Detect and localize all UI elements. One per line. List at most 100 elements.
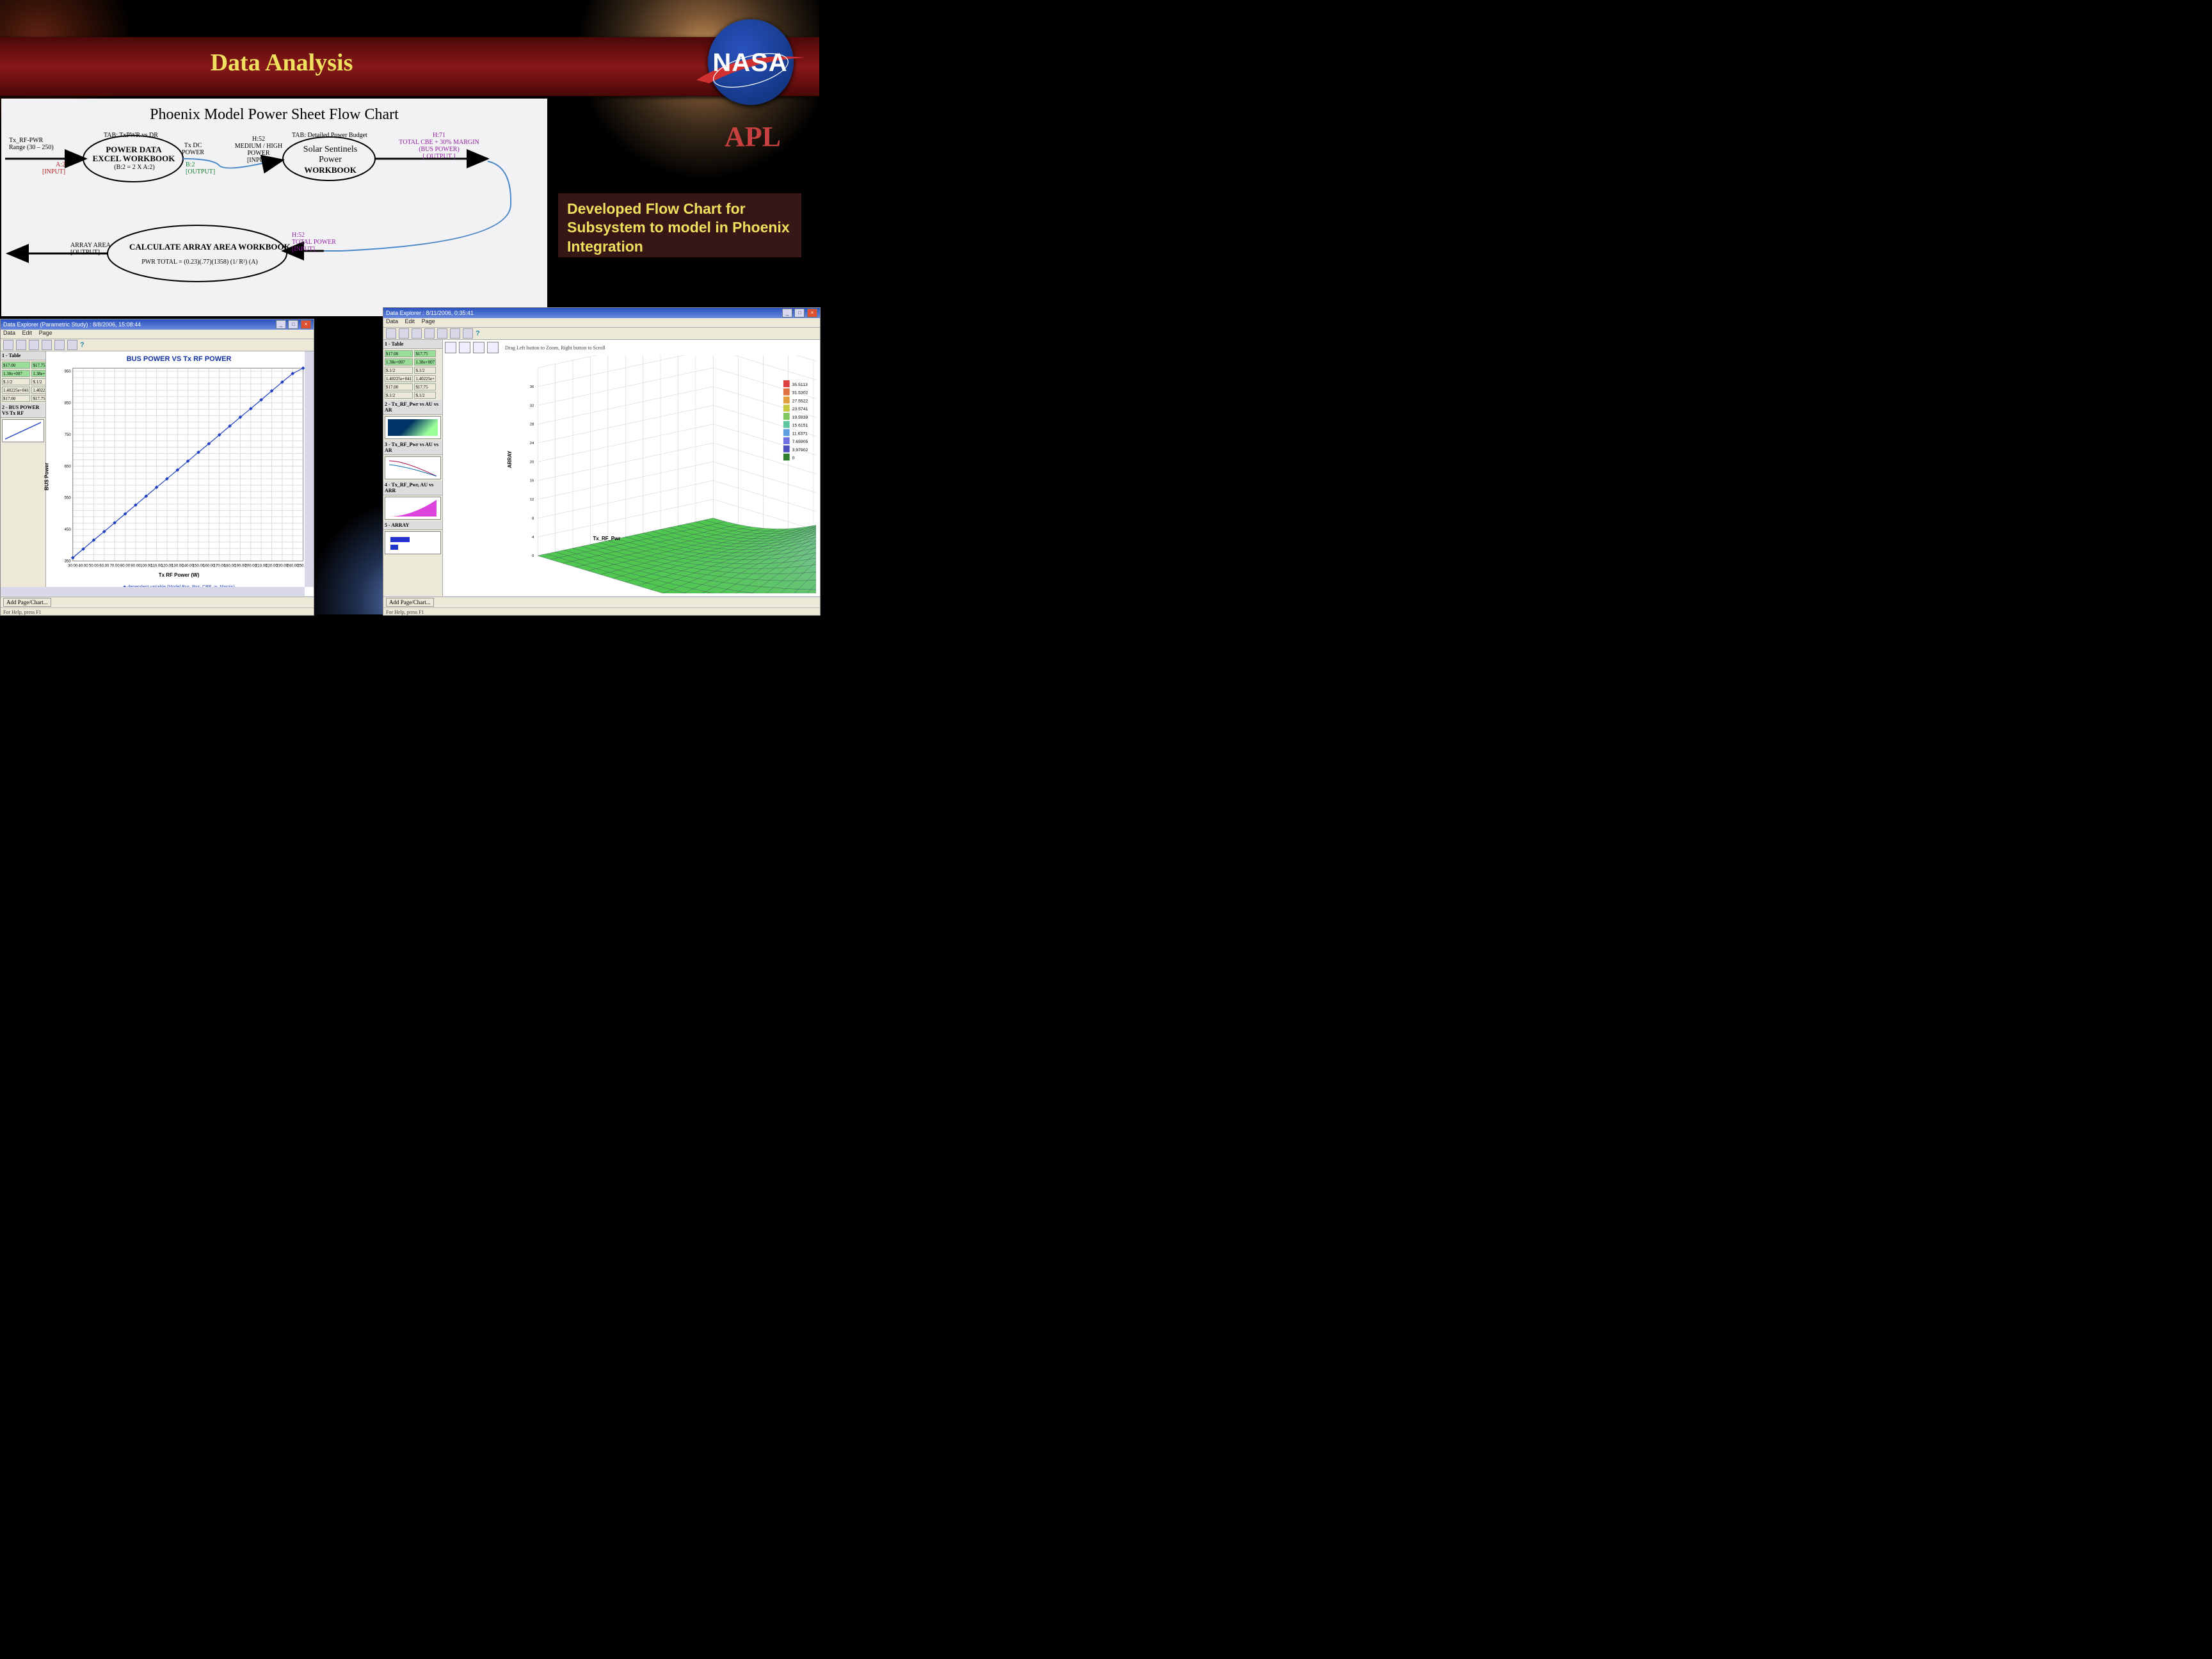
menu-page[interactable]: Page xyxy=(422,318,435,325)
de-left-chart[interactable]: BUS POWER VS Tx RF POWER 30.0040.0050.00… xyxy=(48,354,310,593)
svg-text:70.00: 70.00 xyxy=(110,565,120,568)
side-table: $17.00$17.751.38e+0071.38e+007$.1/2$.1/2… xyxy=(383,349,437,400)
svg-text:3.97902: 3.97902 xyxy=(792,448,808,453)
side-thumb[interactable] xyxy=(385,456,441,479)
tool-icon[interactable] xyxy=(463,328,473,339)
chart-toolbar[interactable]: Drag Left button to Zoom, Right button t… xyxy=(445,341,605,354)
menu-edit[interactable]: Edit xyxy=(405,318,415,325)
side-hdr[interactable]: 4 - Tx_RF_Pwr, AU vs ARR xyxy=(383,481,442,495)
svg-text:650: 650 xyxy=(65,465,72,469)
tool-icon[interactable] xyxy=(54,340,65,350)
svg-text:15.6151: 15.6151 xyxy=(792,424,808,428)
svg-text:Tx_RF_Pwr: Tx_RF_Pwr xyxy=(593,536,621,541)
tool-icon[interactable] xyxy=(386,328,396,339)
maximize-icon[interactable]: □ xyxy=(288,320,298,329)
add-page-button[interactable]: Add Page/Chart... xyxy=(3,598,51,607)
help-icon[interactable]: ? xyxy=(476,330,480,337)
wb1-l2: EXCEL WORKBOOK xyxy=(91,154,177,164)
minimize-icon[interactable]: _ xyxy=(782,309,792,317)
wb3-l2: PWR TOTAL = (0.23)(.77)(1358) (1/ R²) (A… xyxy=(129,259,270,266)
side-hdr-2[interactable]: 2 - BUS POWER VS Tx RF xyxy=(1,403,45,418)
side-hdr[interactable]: 2 - Tx_RF_Pwr vs AU vs AR xyxy=(383,400,442,415)
svg-text:0: 0 xyxy=(532,554,534,558)
side-hdr[interactable]: 1 - Table xyxy=(383,340,442,349)
tool-icon[interactable] xyxy=(437,328,447,339)
side-thumb[interactable] xyxy=(385,497,441,520)
tool-icon[interactable] xyxy=(3,340,13,350)
de-right-chart[interactable]: 04812162024283236Tx_RF_PwrAUARRAY35.5113… xyxy=(447,355,816,593)
hscrollbar[interactable] xyxy=(1,587,305,596)
window-buttons[interactable]: _ □ × xyxy=(781,309,817,317)
svg-text:ARRAY: ARRAY xyxy=(507,450,513,468)
maximize-icon[interactable]: □ xyxy=(794,309,805,317)
svg-text:950: 950 xyxy=(65,370,72,374)
svg-text:11.6371: 11.6371 xyxy=(792,431,808,436)
lbl-totalpwr: H:52 TOTAL POWER [INPUT] xyxy=(292,232,356,253)
vscrollbar[interactable] xyxy=(305,351,314,587)
side-thumb[interactable] xyxy=(385,416,441,439)
svg-text:50.00: 50.00 xyxy=(89,565,99,568)
svg-text:20: 20 xyxy=(530,460,534,464)
side-table: $17.00$17.751.38e+0071.38e+007$.1/2$.1/2… xyxy=(1,360,46,403)
de-left-toolbar[interactable]: ? xyxy=(1,339,314,351)
side-hdr[interactable]: 3 - Tx_RF_Pwr vs AU vs AR xyxy=(383,440,442,455)
menu-data[interactable]: Data xyxy=(386,318,398,325)
wb1-l3: (B:2 = 2 X A:2) xyxy=(102,164,166,171)
close-icon[interactable]: × xyxy=(807,309,817,317)
tool-icon[interactable] xyxy=(16,340,26,350)
wb3-l1: CALCULATE ARRAY AREA WORKBOOK xyxy=(129,242,270,252)
tool-icon[interactable] xyxy=(42,340,52,350)
annotation-box: Developed Flow Chart for Subsystem to mo… xyxy=(558,193,801,257)
tool-icon[interactable] xyxy=(399,328,409,339)
svg-text:90.00: 90.00 xyxy=(131,565,141,568)
de-left-menu[interactable]: Data Edit Page xyxy=(1,330,314,339)
chart-title: BUS POWER VS Tx RF POWER xyxy=(48,355,310,363)
de-right-titlebar[interactable]: Data Explorer : 8/11/2006, 0:35:41 _ □ × xyxy=(383,308,820,318)
svg-text:24: 24 xyxy=(530,442,534,445)
svg-text:16: 16 xyxy=(530,479,534,483)
tool-icon[interactable] xyxy=(459,342,470,353)
svg-text:28: 28 xyxy=(530,423,534,427)
menu-data[interactable]: Data xyxy=(3,330,15,336)
minimize-icon[interactable]: _ xyxy=(276,320,286,329)
menu-edit[interactable]: Edit xyxy=(22,330,33,336)
side-thumb[interactable] xyxy=(385,531,441,554)
tool-icon[interactable] xyxy=(29,340,39,350)
lbl-range: Range (30 – 250) xyxy=(9,144,54,151)
window-buttons[interactable]: _ □ × xyxy=(275,320,311,329)
svg-text:0: 0 xyxy=(792,456,795,461)
svg-text:750: 750 xyxy=(65,433,72,437)
svg-text:36: 36 xyxy=(530,385,534,389)
tool-icon[interactable] xyxy=(424,328,435,339)
tool-icon[interactable] xyxy=(412,328,422,339)
tool-icon[interactable] xyxy=(487,342,499,353)
side-hdr[interactable]: 5 - ARRAY xyxy=(383,521,442,530)
zoom-icon[interactable] xyxy=(473,342,485,353)
svg-text:4: 4 xyxy=(532,536,534,540)
side-hdr-1[interactable]: 1 - Table xyxy=(1,351,45,360)
de-right-menu[interactable]: Data Edit Page xyxy=(383,318,820,328)
menu-page[interactable]: Page xyxy=(39,330,52,336)
statusbar: For Help, press F1 xyxy=(383,607,820,616)
tool-icon[interactable] xyxy=(445,342,456,353)
svg-text:350: 350 xyxy=(65,559,72,563)
close-icon[interactable]: × xyxy=(301,320,311,329)
svg-text:40.00: 40.00 xyxy=(79,565,89,568)
tool-icon[interactable] xyxy=(450,328,460,339)
help-icon[interactable]: ? xyxy=(80,341,84,349)
de-right-sidebar[interactable]: 1 - Table $17.00$17.751.38e+0071.38e+007… xyxy=(383,340,443,596)
nasa-logo: NASA xyxy=(696,19,805,109)
side-thumb[interactable] xyxy=(2,419,44,442)
de-right-toolbar[interactable]: ? xyxy=(383,328,820,340)
statusbar: For Help, press F1 xyxy=(1,607,314,616)
de-right-title: Data Explorer : 8/11/2006, 0:35:41 xyxy=(386,310,474,316)
de-left-sidebar[interactable]: 1 - Table $17.00$17.751.38e+0071.38e+007… xyxy=(1,351,46,596)
xlabel: Tx RF Power (W) xyxy=(48,572,310,578)
add-page-button[interactable]: Add Page/Chart... xyxy=(386,598,434,607)
apl-logo: APL xyxy=(725,120,781,153)
nasa-text: NASA xyxy=(704,49,796,77)
tool-icon[interactable] xyxy=(67,340,77,350)
de-left-titlebar[interactable]: Data Explorer (Parametric Study) : 8/8/2… xyxy=(1,319,314,330)
svg-text:35.5113: 35.5113 xyxy=(792,383,808,387)
svg-text:23.5741: 23.5741 xyxy=(792,407,808,412)
